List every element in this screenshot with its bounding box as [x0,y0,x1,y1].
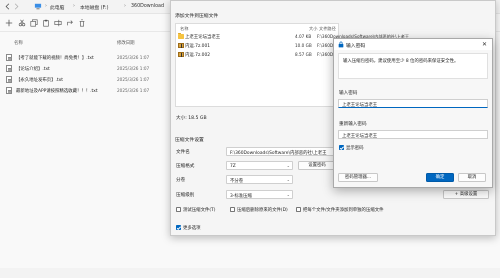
breadcrumb-separator: › [124,4,126,9]
dialog-title: 输入密码 [346,44,366,49]
back-icon[interactable] [4,3,11,10]
format-select[interactable]: 7Z ⌄ [226,161,293,170]
file-date: 2025/3/26 1:07 [117,77,150,82]
item-size: 10.0 GB [295,43,312,48]
volume-select[interactable]: 不分卷 ⌄ [226,175,293,184]
file-name: 【论坛介绍】.txt [16,67,50,72]
file-row[interactable]: 【永久地址发布页】.txt 2025/3/26 1:07 [6,75,166,84]
rename-icon[interactable] [54,19,62,27]
text-file-icon [6,54,12,61]
copy-icon[interactable] [30,19,38,27]
text-file-icon [6,87,12,94]
confirm-password-input[interactable]: 上老王论坛当老王 [338,130,488,139]
filename-value: F:\360Downloads\Software\内部恶的社\上老王 [230,150,327,156]
lock-icon [338,41,344,48]
list-header-size[interactable]: 大小 [309,26,317,32]
file-date: 2025/3/26 1:07 [117,55,150,60]
list-item[interactable]: 内运.7z.002 8.57 GB F:\360Downloads\Softwa… [176,51,395,58]
file-row[interactable]: 最新地址及APP请按照精选收藏！！！.txt 2025/3/26 1:07 [6,86,166,95]
breadcrumb-separator: › [45,4,47,9]
filename-field[interactable]: F:\360Downloads\Software\内部恶的社\上老王 [226,147,336,156]
breadcrumb-drive-f[interactable]: 本地磁盘 (F:) [80,4,108,11]
list-item[interactable]: 内运.7z.001 10.0 GB F:\360Downloads\Softwa… [176,42,395,49]
more-options-label[interactable]: 更多选项 [183,225,201,231]
file-date: 2025/3/26 1:07 [117,88,150,93]
breadcrumb-this-pc[interactable]: 此电脑 [50,4,64,11]
level-select[interactable]: 3-标准压缩 ⌄ [226,190,293,199]
cut-icon[interactable] [18,19,26,27]
show-password-label[interactable]: 显示密码 [346,145,364,151]
file-row[interactable]: 【论坛介绍】.txt 2025/3/26 1:07 [6,64,166,73]
show-password-checkbox[interactable] [339,145,344,150]
item-name: 内运.7z.001 [185,44,211,49]
breadcrumb-360download[interactable]: 360Download [131,4,164,9]
cancel-button[interactable]: 取消 [458,173,486,182]
paste-icon[interactable] [42,19,50,27]
level-label: 压缩级别 [176,193,195,198]
delete-after-checkbox[interactable] [230,207,235,212]
dialog-titlebar[interactable]: 输入密码 ✕ [334,39,492,50]
volume-value: 不分卷 [230,178,244,184]
column-header-date[interactable]: 修改日期 [117,40,135,46]
chevron-down-icon: ⌄ [286,192,290,197]
set-password-button[interactable]: 设置密码 [298,161,336,170]
archive-file-list[interactable]: 名称 大小 文件路径 上老王论坛当老王 4.07 KB F:\360Downlo… [175,23,409,107]
each-file-checkbox[interactable] [296,207,301,212]
chevron-down-icon: ⌄ [286,177,290,182]
list-header-path[interactable]: 文件路径 [319,26,336,32]
text-file-icon [6,65,12,72]
ok-button[interactable]: 确定 [426,173,454,182]
item-size: 4.07 KB [295,34,312,39]
format-value: 7Z [230,163,236,169]
column-header-name[interactable]: 名称 [14,40,23,46]
item-size: 8.57 GB [295,52,312,57]
section-title-files: 添加文件到压缩文件 [175,14,219,19]
filename-label: 文件名 [176,150,190,155]
more-options-checkbox[interactable] [176,225,181,230]
reenter-password-label: 重新输入密码 [339,122,367,127]
delete-after-label[interactable]: 压缩后删除原来的文件(D) [237,207,288,213]
file-name: 【考了就能下载的视频！尚免费！】.txt [16,56,94,61]
close-icon[interactable]: ✕ [482,41,487,48]
confirm-password-value: 上老王论坛当老王 [342,133,378,139]
delete-icon[interactable] [78,19,86,27]
text-file-icon [6,76,12,83]
enter-password-dialog: 输入密码 ✕ 输入压缩包密码，建议使用至少 8 位的密码来保证安全性。 输入密码… [333,38,493,188]
password-input[interactable]: 上老王论坛当老王 [338,99,488,108]
file-name: 【永久地址发布页】.txt [16,78,63,83]
list-header-name[interactable]: 名称 [180,26,188,32]
password-hint-text: 输入压缩包密码，建议使用至少 8 位的密码来保证安全性。 [343,59,459,64]
test-archive-label[interactable]: 测试压缩文件(T) [183,207,215,213]
list-item[interactable]: 上老王论坛当老王 4.07 KB F:\360Downloads\Softwar… [176,33,409,40]
forward-icon[interactable] [13,3,20,10]
folder-icon [178,33,184,39]
archive-file-icon [178,52,184,57]
pc-icon [34,3,42,10]
enter-password-label: 输入密码 [339,91,358,96]
chevron-down-icon: ⌄ [286,163,290,168]
total-size: 大小: 18.5 GB [176,116,207,121]
file-date: 2025/3/26 1:07 [117,66,150,71]
breadcrumb-separator: › [73,4,75,9]
item-name: 上老王论坛当老王 [185,35,221,40]
status-bar [0,268,500,278]
item-name: 内运.7z.002 [185,53,211,58]
password-manager-button[interactable]: 密码管理器... [338,173,378,182]
volume-label: 分卷 [176,178,186,183]
test-archive-checkbox[interactable] [176,207,181,212]
new-icon[interactable] [5,19,13,27]
file-row[interactable]: 【考了就能下载的视频！尚免费！】.txt 2025/3/26 1:07 [6,53,166,62]
password-hint-box: 输入压缩包密码，建议使用至少 8 位的密码来保证安全性。 [338,53,488,79]
share-icon[interactable] [66,19,74,27]
advanced-settings-button[interactable]: + 高级设置 [443,190,489,199]
file-name: 最新地址及APP请按照精选收藏！！！.txt [16,89,98,94]
section-title-settings: 压缩文件设置 [175,138,204,143]
level-value: 3-标准压缩 [230,193,252,199]
format-label: 压缩格式 [176,164,195,169]
each-file-label[interactable]: 把每个文件/文件夹添加到单独的压缩文件 [303,207,384,213]
archive-file-icon [178,43,184,48]
password-input-value: 上老王论坛当老王 [342,102,378,108]
